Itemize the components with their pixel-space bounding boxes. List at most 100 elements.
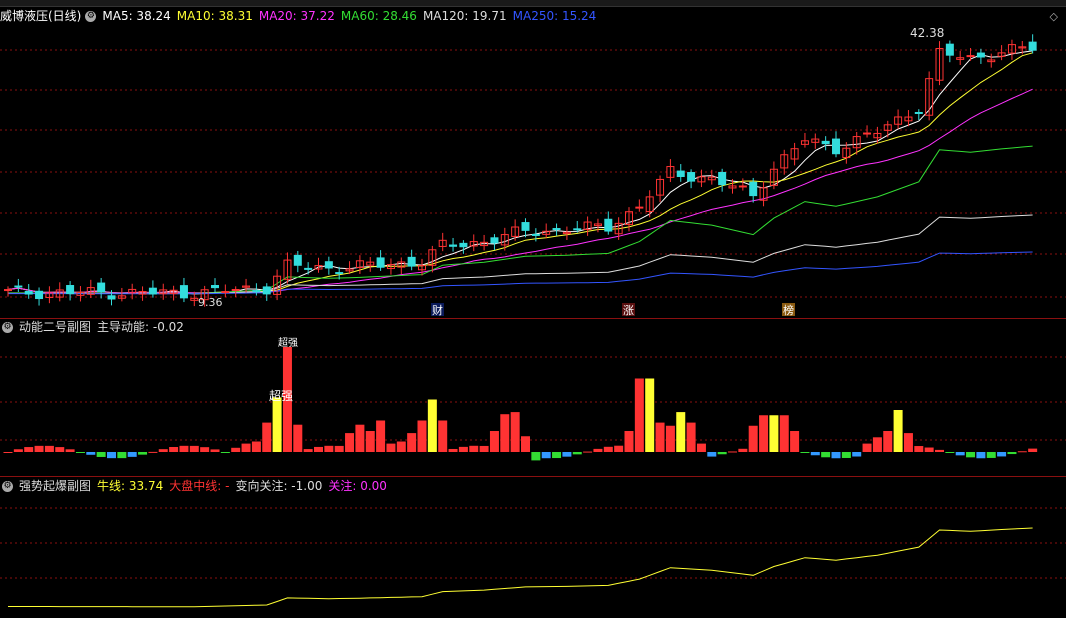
high-price-label: 42.38 [910, 26, 944, 40]
ma10-line [7, 52, 1033, 295]
momentum-bar [997, 452, 1007, 457]
momentum-bar [44, 445, 54, 452]
momentum-bar [924, 447, 934, 452]
candle-body [231, 288, 240, 291]
candle-body [304, 267, 313, 270]
momentum-bar [728, 451, 737, 453]
momentum-bar [572, 452, 582, 455]
candle-body [552, 228, 561, 231]
momentum-bar [220, 452, 230, 453]
momentum-bar [862, 443, 872, 452]
candle-body [376, 257, 385, 268]
candle-body [211, 285, 219, 289]
candle-body [14, 285, 23, 288]
momentum-bar [976, 452, 986, 459]
candle-body [863, 132, 872, 135]
momentum-bar [158, 449, 168, 452]
momentum-bar [831, 452, 841, 459]
candle-body [252, 290, 261, 293]
momentum-bar [603, 446, 613, 452]
low-price-label: 9.36 [198, 296, 223, 309]
momentum-bar [3, 452, 13, 453]
candle-body [335, 272, 344, 275]
momentum-bar [314, 446, 323, 452]
stock-chart-canvas[interactable]: 42.38 9.36 超强 超强 财 涨 榜 [0, 0, 1066, 618]
momentum-bar [65, 449, 75, 452]
momentum-bar [34, 445, 44, 452]
momentum-bar [986, 452, 996, 458]
candle-body [4, 289, 12, 292]
momentum-bar [562, 452, 572, 457]
momentum-bar [738, 448, 748, 452]
candle-body [966, 55, 975, 58]
momentum-bar [500, 414, 510, 452]
momentum-bar [748, 425, 758, 452]
candle-body [324, 261, 333, 269]
candle-body [1028, 41, 1037, 51]
momentum-bar [407, 433, 417, 452]
momentum-bar [86, 452, 96, 455]
momentum-bar [107, 452, 116, 459]
candle-body [531, 233, 540, 236]
momentum-bar [583, 451, 593, 453]
momentum-bar [955, 452, 965, 456]
momentum-bar [665, 425, 675, 452]
candle-body [179, 285, 188, 299]
momentum-bar [852, 452, 862, 457]
momentum-bar [231, 447, 241, 452]
momentum-bar [634, 378, 644, 452]
momentum-bar [521, 436, 530, 452]
momentum-bar [200, 447, 210, 452]
momentum-bar [479, 445, 489, 452]
ma20-line [7, 88, 1033, 294]
candle-body [490, 237, 499, 244]
momentum-bar [821, 452, 831, 458]
momentum-bar [779, 415, 789, 452]
ma250-line [8, 251, 1033, 295]
candle-body [35, 290, 44, 300]
candle-body [521, 222, 530, 231]
momentum-bar [883, 431, 893, 452]
momentum-bar [914, 446, 924, 452]
momentum-bar [251, 441, 261, 452]
candle-body [635, 206, 644, 209]
momentum-bar [903, 433, 913, 452]
candle-body [262, 286, 271, 295]
momentum-bar [458, 446, 468, 452]
momentum-bar [655, 422, 665, 452]
momentum-bar [293, 424, 303, 452]
momentum-bar [427, 399, 437, 452]
momentum-bar [355, 424, 365, 452]
bull-line [8, 527, 1033, 608]
momentum-bar [1007, 452, 1017, 455]
momentum-bar [138, 452, 148, 455]
momentum-bar [645, 378, 655, 452]
momentum-bar [531, 452, 541, 461]
candle-body [976, 52, 985, 58]
momentum-bar [841, 452, 851, 458]
momentum-bar [966, 452, 976, 458]
momentum-bar [127, 452, 137, 457]
momentum-bar [800, 452, 810, 453]
candle-body [832, 138, 840, 155]
momentum-bar [75, 452, 85, 453]
candle-body [821, 140, 830, 145]
momentum-bar [448, 448, 458, 452]
momentum-bar [396, 441, 406, 452]
momentum-bar [696, 443, 706, 452]
momentum-bar [614, 445, 624, 452]
momentum-bar [510, 412, 520, 452]
momentum-bar [438, 420, 448, 452]
ma60-line [8, 145, 1033, 294]
momentum-bar [13, 449, 23, 452]
candle-body [407, 256, 416, 267]
momentum-bar [872, 437, 882, 452]
candle-body [97, 282, 106, 293]
momentum-bar [117, 452, 127, 459]
momentum-bar [55, 447, 65, 452]
momentum-bar [262, 422, 272, 452]
momentum-bar [365, 431, 375, 452]
momentum-bar [189, 445, 199, 452]
momentum-bar [169, 446, 179, 452]
candle-body [459, 242, 468, 248]
